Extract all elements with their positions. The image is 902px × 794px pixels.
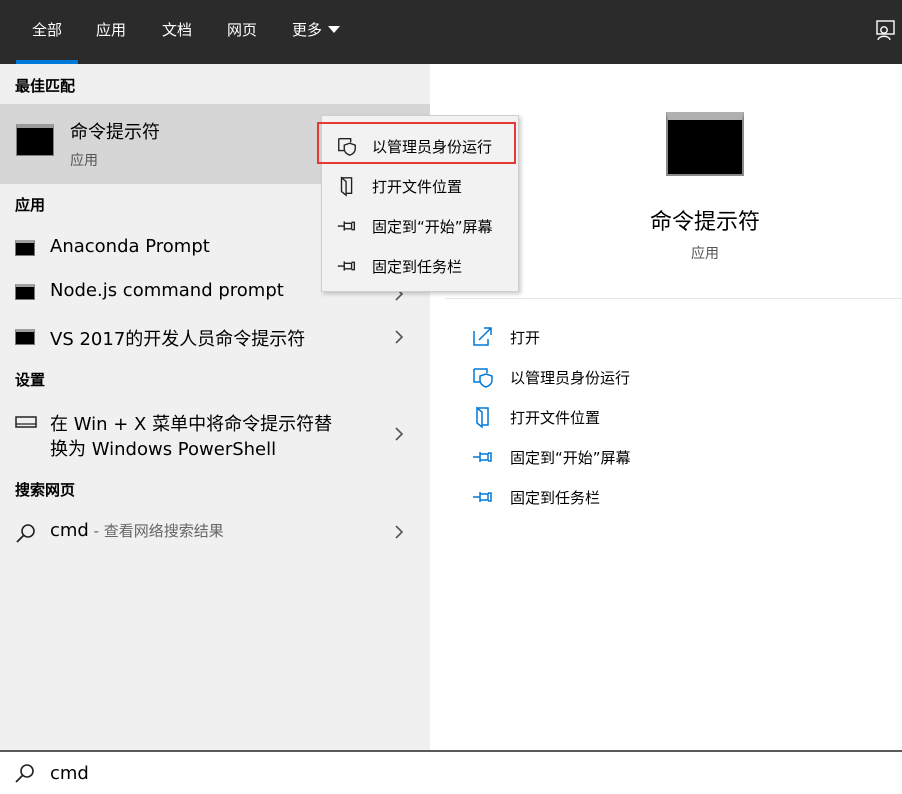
folder-icon (476, 406, 489, 429)
menu-item-pin-to-taskbar[interactable]: 固定到任务栏 (322, 245, 518, 285)
search-input[interactable] (50, 760, 850, 786)
action-pin-to-start[interactable]: 固定到“开始”屏幕 (471, 443, 671, 471)
monitor-icon (15, 416, 37, 428)
menu-item-label: 打开文件位置 (372, 178, 463, 196)
action-open[interactable]: 打开 (471, 323, 671, 351)
pin-icon (473, 492, 492, 502)
settings-header: 设置 (15, 371, 46, 389)
cmd-icon (15, 284, 35, 300)
tab-web[interactable]: 网页 (227, 0, 257, 64)
web-search-query: cmd (50, 520, 89, 541)
list-item-label-line1: 在 Win + X 菜单中将命令提示符替 (50, 414, 333, 435)
pin-icon (337, 221, 356, 231)
best-match-title: 命令提示符 (70, 122, 160, 143)
shield-icon (473, 368, 493, 388)
list-item-winx-setting[interactable]: 在 Win + X 菜单中将命令提示符替 换为 Windows PowerShe… (0, 404, 430, 464)
best-match-header: 最佳匹配 (15, 77, 76, 95)
action-label: 打开 (510, 329, 541, 347)
cmd-icon (15, 240, 35, 256)
list-item-label: Anaconda Prompt (50, 236, 210, 257)
action-label: 打开文件位置 (510, 409, 601, 427)
search-icon (15, 764, 34, 783)
search-bar (0, 750, 902, 794)
action-run-as-admin[interactable]: 以管理员身份运行 (471, 363, 671, 391)
action-label: 固定到“开始”屏幕 (510, 449, 631, 467)
tab-apps[interactable]: 应用 (96, 0, 126, 64)
web-search-header: 搜索网页 (15, 481, 76, 499)
action-label: 固定到任务栏 (510, 489, 601, 507)
open-icon (473, 327, 492, 346)
list-item-vs2017-prompt[interactable]: VS 2017的开发人员命令提示符 (0, 319, 430, 355)
web-search-suffix: - 查看网络搜索结果 (88, 522, 224, 540)
divider (445, 298, 902, 299)
search-icon (16, 524, 35, 543)
chevron-right-icon[interactable] (394, 524, 404, 540)
chevron-right-icon[interactable] (394, 426, 404, 442)
tab-more[interactable]: 更多 (292, 0, 341, 64)
folder-icon (340, 176, 353, 197)
tab-documents[interactable]: 文档 (162, 0, 192, 64)
list-item-label: VS 2017的开发人员命令提示符 (50, 329, 306, 350)
menu-item-label: 固定到“开始”屏幕 (372, 218, 493, 236)
cmd-icon (15, 329, 35, 345)
list-item-web-search[interactable]: cmd - 查看网络搜索结果 (0, 514, 430, 550)
action-open-file-location[interactable]: 打开文件位置 (471, 403, 671, 431)
tab-all[interactable]: 全部 (15, 0, 79, 64)
highlight-box (317, 122, 516, 164)
action-pin-to-taskbar[interactable]: 固定到任务栏 (471, 483, 671, 511)
best-match-subtitle: 应用 (70, 153, 98, 169)
list-item-label: Node.js command prompt (50, 280, 284, 301)
cmd-icon (666, 112, 744, 176)
chevron-right-icon[interactable] (394, 329, 404, 345)
pin-icon (337, 261, 356, 271)
menu-item-label: 固定到任务栏 (372, 258, 463, 276)
action-label: 以管理员身份运行 (510, 369, 631, 387)
list-item-label: cmd - 查看网络搜索结果 (50, 520, 224, 541)
tab-more-label: 更多 (292, 21, 323, 39)
cmd-icon (16, 124, 54, 156)
list-item-label-line2: 换为 Windows PowerShell (50, 439, 277, 460)
chevron-down-icon (328, 26, 341, 33)
feedback-icon[interactable] (874, 18, 898, 42)
top-bar: 全部 应用 文档 网页 更多 (0, 0, 902, 64)
apps-header: 应用 (15, 196, 46, 214)
menu-item-pin-to-start[interactable]: 固定到“开始”屏幕 (322, 205, 518, 245)
pin-icon (473, 452, 492, 462)
menu-item-open-file-location[interactable]: 打开文件位置 (322, 165, 518, 205)
